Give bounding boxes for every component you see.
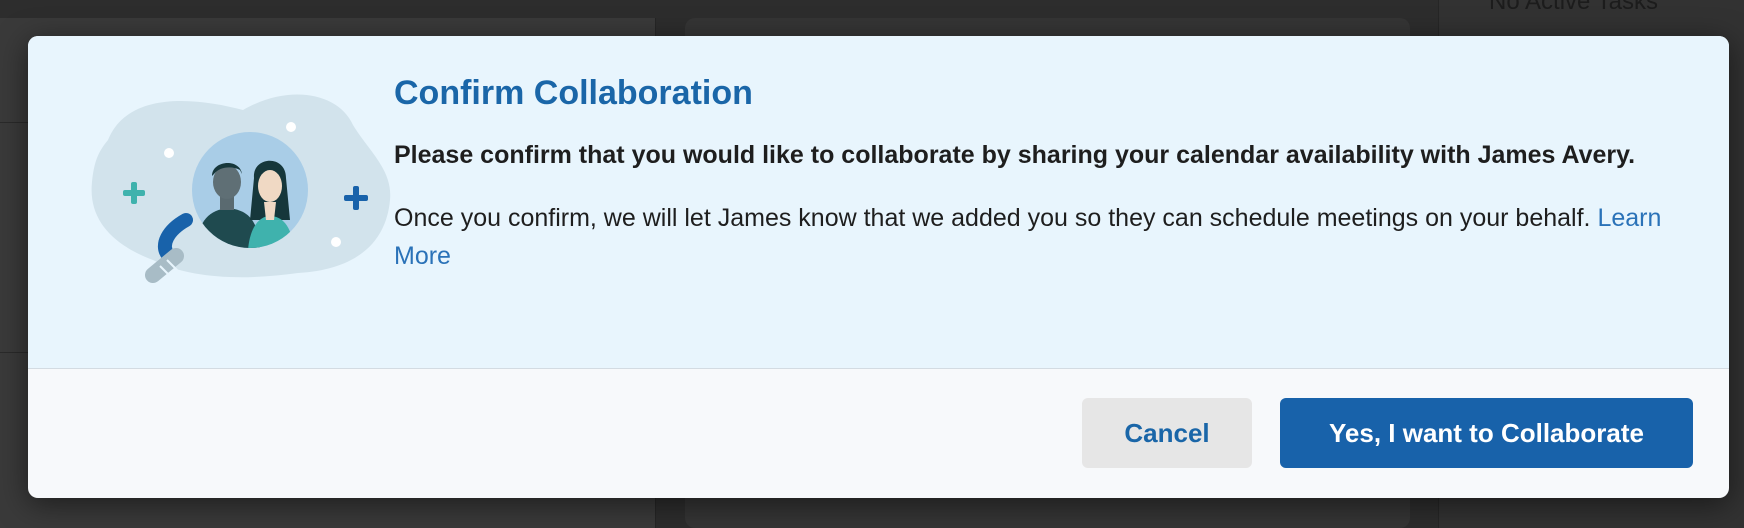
cancel-button[interactable]: Cancel — [1082, 398, 1252, 468]
background-task-status: No Active Tasks — [1489, 0, 1658, 15]
dialog-title: Confirm Collaboration — [394, 74, 753, 112]
people-collaboration-icon — [91, 94, 391, 283]
dialog-header-band: Confirm Collaboration Please confirm tha… — [28, 36, 1729, 369]
dialog-description-text: Once you confirm, we will let James know… — [394, 204, 1591, 232]
confirm-collaboration-dialog: Confirm Collaboration Please confirm tha… — [28, 36, 1729, 498]
dialog-content: Confirm Collaboration Please confirm tha… — [394, 72, 1694, 275]
dialog-lead-text: Please confirm that you would like to co… — [394, 141, 1636, 169]
confirm-collaborate-button[interactable]: Yes, I want to Collaborate — [1280, 398, 1693, 468]
dialog-description: Once you confirm, we will let James know… — [394, 199, 1694, 275]
